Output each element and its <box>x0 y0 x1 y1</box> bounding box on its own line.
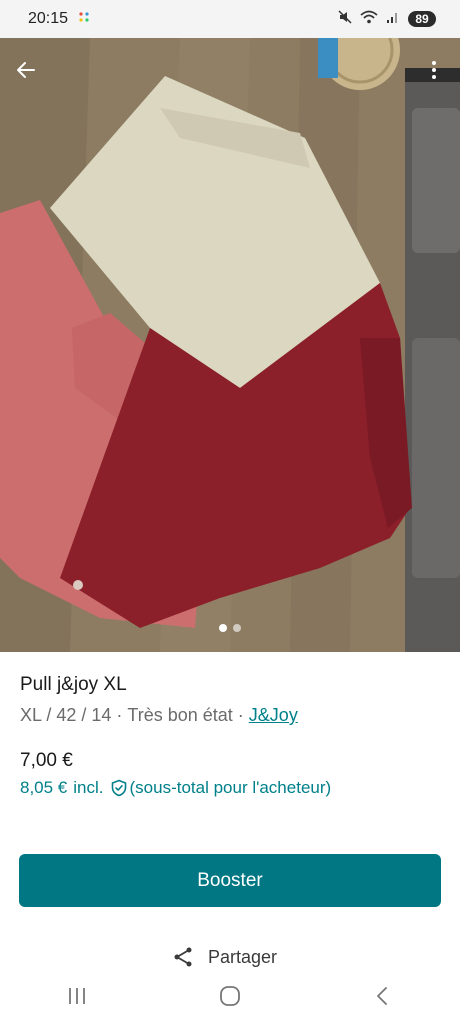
separator: · <box>116 705 123 725</box>
signal-icon <box>386 10 400 29</box>
booster-button[interactable]: Booster <box>19 854 441 907</box>
item-condition: Très bon état <box>127 705 233 725</box>
carousel-dot[interactable] <box>233 624 241 632</box>
back-button[interactable] <box>6 50 46 90</box>
chevron-left-icon <box>377 987 388 1005</box>
recent-apps-icon <box>68 988 85 1004</box>
share-button[interactable]: Partager <box>172 946 277 968</box>
recent-apps-button[interactable] <box>47 976 107 1016</box>
mute-icon <box>338 9 352 29</box>
separator: · <box>237 705 244 725</box>
item-attributes: XL / 42 / 14 · Très bon état · J&Joy <box>20 702 440 728</box>
more-options-button[interactable] <box>414 50 454 90</box>
shield-check-icon <box>111 779 126 797</box>
status-right: 89 <box>338 9 436 29</box>
item-size: XL / 42 / 14 <box>20 705 112 725</box>
incl-label: incl. <box>73 778 104 797</box>
arrow-left-icon <box>17 62 35 78</box>
buyer-price: 8,05 € <box>20 778 68 797</box>
item-price: 7,00 € <box>20 750 73 771</box>
carousel-dot[interactable] <box>219 624 227 632</box>
item-title: Pull j&joy XL <box>20 674 127 695</box>
home-button[interactable] <box>200 976 260 1016</box>
app-notification-icon <box>78 10 90 28</box>
item-photo-carousel[interactable] <box>0 38 460 652</box>
status-bar: 20:15 89 <box>0 0 460 38</box>
buyer-note: (sous-total pour l'acheteur) <box>129 778 332 797</box>
brand-link[interactable]: J&Joy <box>249 702 298 728</box>
status-time: 20:15 <box>28 10 69 27</box>
item-details: Pull j&joy XL XL / 42 / 14 · Très bon ét… <box>20 672 440 728</box>
buyer-price-row[interactable]: 8,05 € incl. (sous-total pour l'acheteur… <box>20 778 331 798</box>
more-vertical-icon <box>432 61 436 79</box>
status-left: 20:15 <box>28 10 90 28</box>
battery-level: 89 <box>408 11 436 27</box>
system-nav-bar <box>0 968 460 1024</box>
share-icon <box>174 947 192 967</box>
home-icon <box>220 986 240 1006</box>
wifi-icon <box>360 10 378 29</box>
carousel-indicator <box>0 624 460 632</box>
item-photo <box>0 38 460 652</box>
back-nav-button[interactable] <box>353 976 413 1016</box>
share-label: Partager <box>208 946 278 967</box>
